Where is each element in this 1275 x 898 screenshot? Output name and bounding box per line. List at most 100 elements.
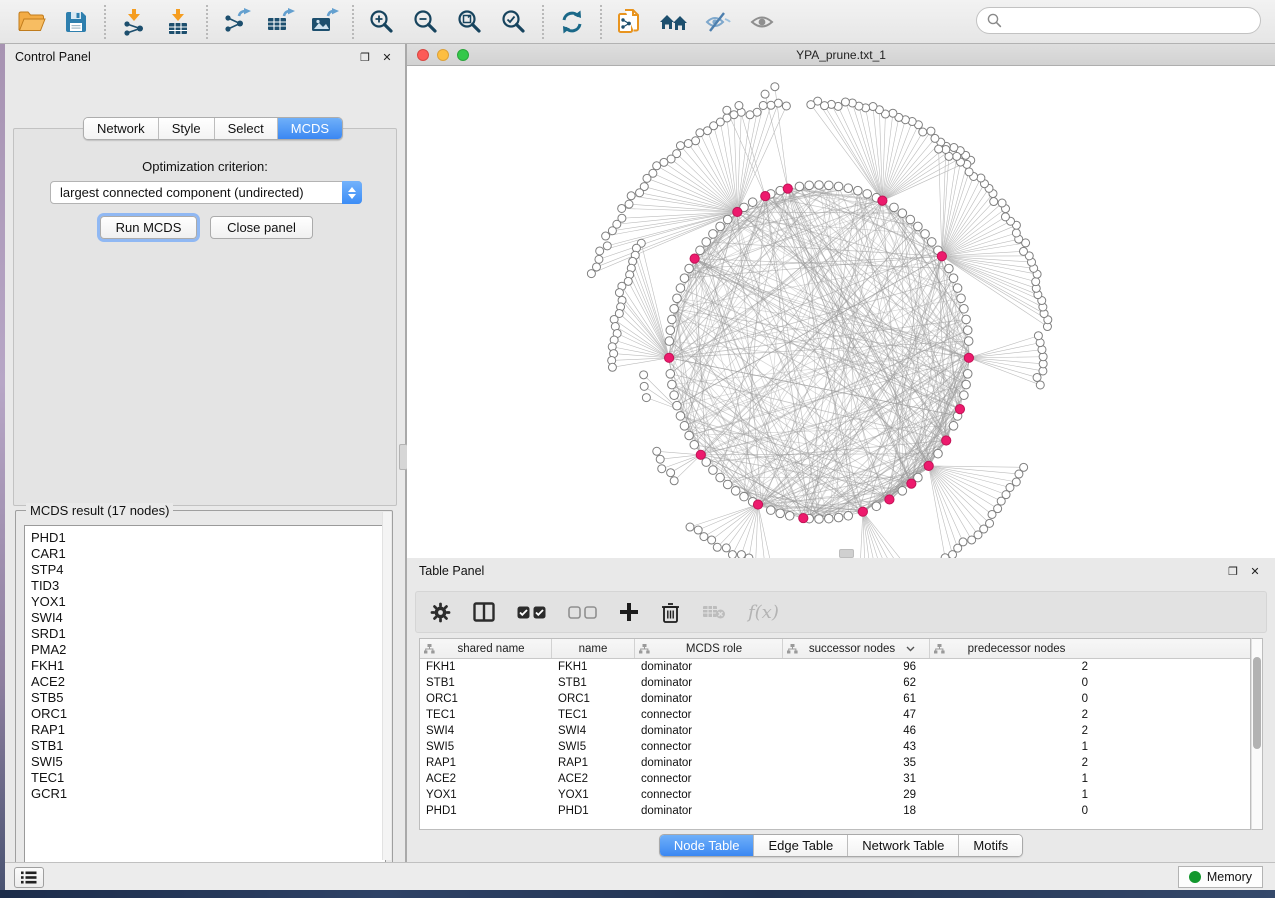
refresh-icon[interactable] <box>550 3 594 41</box>
memory-label: Memory <box>1207 870 1252 884</box>
table-cell: 35 <box>783 757 930 769</box>
list-item[interactable]: STB5 <box>31 690 385 706</box>
export-table-icon[interactable] <box>258 3 302 41</box>
table-cell: 43 <box>783 741 930 753</box>
table-row[interactable]: ACE2ACE2connector311 <box>420 771 1250 787</box>
settings-gear-icon[interactable] <box>430 602 451 623</box>
node-table: shared name name MCDS role successor nod… <box>419 638 1251 830</box>
network-view[interactable] <box>407 66 1275 558</box>
column-header-predecessor-nodes[interactable]: predecessor nodes <box>930 639 1100 658</box>
table-cell: 2 <box>930 757 1100 769</box>
table-scrollbar-thumb[interactable] <box>1253 657 1261 749</box>
duplicate-network-icon[interactable] <box>608 3 652 41</box>
list-item[interactable]: PMA2 <box>31 642 385 658</box>
delete-row-icon[interactable] <box>661 602 680 623</box>
list-item[interactable]: TID3 <box>31 578 385 594</box>
table-row[interactable]: FKH1FKH1dominator962 <box>420 659 1250 675</box>
list-item[interactable]: ORC1 <box>31 706 385 722</box>
memory-button[interactable]: Memory <box>1178 866 1263 888</box>
column-header-mcds-role[interactable]: MCDS role <box>635 639 783 658</box>
criterion-dropdown[interactable]: largest connected component (undirected) <box>50 181 362 204</box>
mcds-result-list[interactable]: PHD1CAR1STP4TID3YOX1SWI4SRD1PMA2FKH1ACE2… <box>24 525 386 875</box>
home-icon[interactable] <box>652 3 696 41</box>
list-item[interactable]: ACE2 <box>31 674 385 690</box>
list-item[interactable]: CAR1 <box>31 546 385 562</box>
zoom-out-icon[interactable] <box>404 3 448 41</box>
table-row[interactable]: TEC1TEC1connector472 <box>420 707 1250 723</box>
table-row[interactable]: RAP1RAP1dominator352 <box>420 755 1250 771</box>
import-table-icon[interactable] <box>156 3 200 41</box>
list-item[interactable]: STB1 <box>31 738 385 754</box>
close-table-panel-icon[interactable]: ✕ <box>1247 563 1263 579</box>
function-builder-icon: f(x) <box>748 602 779 623</box>
task-history-button[interactable] <box>14 867 44 888</box>
tab-network[interactable]: Network <box>84 118 159 139</box>
horizontal-splitter-handle[interactable] <box>839 549 854 558</box>
list-item[interactable]: SWI4 <box>31 610 385 626</box>
network-window-titlebar[interactable]: YPA_prune.txt_1 <box>407 44 1275 66</box>
list-item[interactable]: PHD1 <box>31 530 385 546</box>
list-item[interactable]: SWI5 <box>31 754 385 770</box>
save-icon[interactable] <box>54 3 98 41</box>
table-row[interactable]: STB1STB1dominator620 <box>420 675 1250 691</box>
tab-edge-table[interactable]: Edge Table <box>754 835 848 856</box>
sort-descending-icon <box>906 646 915 652</box>
network-graph[interactable] <box>407 66 1275 558</box>
float-panel-icon[interactable]: ❐ <box>357 49 373 65</box>
zoom-in-icon[interactable] <box>360 3 404 41</box>
tab-mcds[interactable]: MCDS <box>278 118 342 139</box>
close-panel-icon[interactable]: ✕ <box>379 49 395 65</box>
table-row[interactable]: PHD1PHD1dominator180 <box>420 803 1250 819</box>
list-item[interactable]: YOX1 <box>31 594 385 610</box>
import-network-icon[interactable] <box>112 3 156 41</box>
search-field[interactable] <box>976 7 1261 34</box>
columns-icon[interactable] <box>473 602 495 622</box>
tab-motifs[interactable]: Motifs <box>959 835 1022 856</box>
tab-node-table[interactable]: Node Table <box>660 835 755 856</box>
search-input[interactable] <box>1008 13 1250 28</box>
list-item[interactable]: TEC1 <box>31 770 385 786</box>
table-cell: TEC1 <box>552 709 635 721</box>
show-all-icon[interactable] <box>740 3 784 41</box>
table-cell: 1 <box>930 773 1100 785</box>
tab-style[interactable]: Style <box>159 118 215 139</box>
tab-network-table[interactable]: Network Table <box>848 835 959 856</box>
column-header-name[interactable]: name <box>552 639 635 658</box>
table-cell: 1 <box>930 789 1100 801</box>
table-cell: 2 <box>930 661 1100 673</box>
close-panel-button[interactable]: Close panel <box>210 216 313 239</box>
zoom-selected-icon[interactable] <box>492 3 536 41</box>
toolbar-divider <box>600 5 602 39</box>
table-cell: 2 <box>930 725 1100 737</box>
deselect-all-icon[interactable] <box>568 606 597 619</box>
float-table-panel-icon[interactable]: ❐ <box>1225 563 1241 579</box>
dropdown-stepper-icon[interactable] <box>342 181 362 204</box>
list-item[interactable]: GCR1 <box>31 786 385 802</box>
open-icon[interactable] <box>10 3 54 41</box>
mcds-list-scrollbar[interactable] <box>382 512 391 860</box>
column-type-icon <box>787 644 798 654</box>
table-scrollbar[interactable] <box>1251 638 1263 830</box>
table-row[interactable]: ORC1ORC1dominator610 <box>420 691 1250 707</box>
table-cell: ORC1 <box>552 693 635 705</box>
table-cell: dominator <box>635 805 783 817</box>
add-row-icon[interactable] <box>619 602 639 622</box>
list-item[interactable]: SRD1 <box>31 626 385 642</box>
select-all-icon[interactable] <box>517 606 546 619</box>
column-header-shared-name[interactable]: shared name <box>420 639 552 658</box>
table-cell: 0 <box>930 677 1100 689</box>
run-mcds-button[interactable]: Run MCDS <box>100 216 197 239</box>
list-item[interactable]: RAP1 <box>31 722 385 738</box>
table-row[interactable]: YOX1YOX1connector291 <box>420 787 1250 803</box>
tab-select[interactable]: Select <box>215 118 278 139</box>
export-image-icon[interactable] <box>302 3 346 41</box>
list-item[interactable]: FKH1 <box>31 658 385 674</box>
table-row[interactable]: SWI5SWI5connector431 <box>420 739 1250 755</box>
table-row[interactable]: SWI4SWI4dominator462 <box>420 723 1250 739</box>
zoom-fit-icon[interactable] <box>448 3 492 41</box>
column-header-successor-nodes[interactable]: successor nodes <box>783 639 930 658</box>
hide-selected-icon[interactable] <box>696 3 740 41</box>
export-network-icon[interactable] <box>214 3 258 41</box>
table-cell: dominator <box>635 725 783 737</box>
list-item[interactable]: STP4 <box>31 562 385 578</box>
